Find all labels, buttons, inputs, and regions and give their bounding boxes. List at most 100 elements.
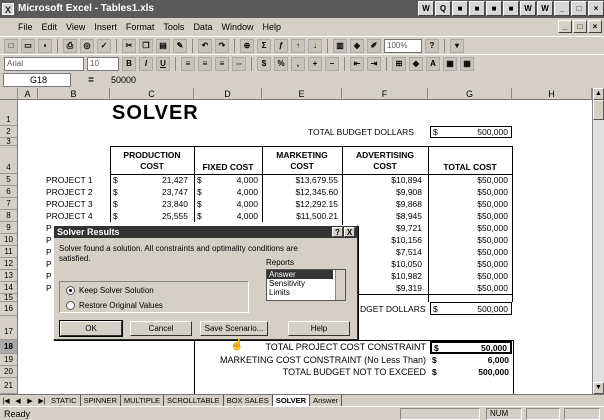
decrease-decimal-icon[interactable]: −: [325, 56, 339, 71]
workbook-minimize-button[interactable]: _: [558, 20, 572, 33]
menu-window[interactable]: Window: [221, 22, 253, 32]
border-style-icon[interactable]: ▦: [443, 56, 457, 71]
function-icon[interactable]: ƒ: [274, 38, 288, 53]
row-header[interactable]: 3: [0, 138, 18, 146]
drawing-icon[interactable]: ✐: [367, 38, 381, 53]
merge-center-icon[interactable]: ⇔: [232, 56, 246, 71]
tab-solver[interactable]: SOLVER: [272, 395, 311, 406]
total-budget-cell-2[interactable]: $ 500,000: [430, 302, 512, 315]
redo-icon[interactable]: ↷: [215, 38, 229, 53]
row-header[interactable]: 15: [0, 294, 18, 302]
row-header[interactable]: 17: [0, 316, 18, 340]
decrease-indent-icon[interactable]: ⇤: [350, 56, 364, 71]
print-icon[interactable]: ⎙: [63, 38, 77, 53]
row-header[interactable]: 13: [0, 270, 18, 282]
minimize-button[interactable]: _: [554, 1, 570, 16]
scroll-thumb[interactable]: [593, 100, 604, 120]
menu-view[interactable]: View: [66, 22, 85, 32]
toolbar-options-icon[interactable]: ▾: [450, 38, 464, 53]
row-header[interactable]: 6: [0, 186, 18, 198]
format-painter-icon[interactable]: ✎: [173, 38, 187, 53]
menu-insert[interactable]: Insert: [94, 22, 117, 32]
scroll-down-icon[interactable]: ▼: [593, 382, 604, 394]
tab-spinner[interactable]: SPINNER: [81, 395, 121, 406]
menu-tools[interactable]: Tools: [163, 22, 184, 32]
zoom-select[interactable]: 100%: [384, 38, 422, 53]
row-header[interactable]: 4: [0, 146, 18, 174]
chart-wizard-icon[interactable]: ▥: [333, 38, 347, 53]
workbook-close-button[interactable]: ×: [588, 20, 602, 33]
taskbar-app-icon[interactable]: ■: [469, 1, 485, 16]
row-header[interactable]: 11: [0, 246, 18, 258]
comma-style-icon[interactable]: ,: [291, 56, 305, 71]
borders-icon[interactable]: ⊞: [392, 56, 406, 71]
taskbar-app-icon[interactable]: ■: [503, 1, 519, 16]
next-sheet-icon[interactable]: ▶: [24, 397, 36, 405]
column-header-h[interactable]: H: [512, 88, 592, 100]
tab-scrolltable[interactable]: SCROLLTABLE: [164, 395, 224, 406]
row-header-selected[interactable]: 18: [0, 340, 18, 354]
row-header[interactable]: 5: [0, 174, 18, 186]
print-preview-icon[interactable]: ◎: [80, 38, 94, 53]
dialog-help-icon[interactable]: ?: [332, 227, 343, 237]
menu-data[interactable]: Data: [193, 22, 212, 32]
menu-help[interactable]: Help: [262, 22, 281, 32]
tab-box-sales[interactable]: BOX SALES: [224, 395, 273, 406]
map-icon[interactable]: ◈: [350, 38, 364, 53]
reports-list[interactable]: Answer Sensitivity Limits: [266, 269, 346, 301]
column-header-e[interactable]: E: [262, 88, 342, 100]
open-icon[interactable]: ▭: [21, 38, 35, 53]
row-header[interactable]: 20: [0, 366, 18, 378]
column-header-b[interactable]: B: [38, 88, 110, 100]
cancel-button[interactable]: Cancel: [130, 321, 192, 336]
row-header[interactable]: 12: [0, 258, 18, 270]
column-header-c[interactable]: C: [110, 88, 194, 100]
row-header[interactable]: 19: [0, 354, 18, 366]
cut-icon[interactable]: ✂: [122, 38, 136, 53]
row-header[interactable]: 1: [0, 100, 18, 126]
report-option-limits[interactable]: Limits: [267, 288, 345, 297]
tab-static[interactable]: STATIC: [48, 395, 81, 406]
formula-input[interactable]: 50000: [111, 75, 136, 85]
autosum-icon[interactable]: Σ: [257, 38, 271, 53]
name-box[interactable]: G18: [3, 73, 71, 87]
align-center-icon[interactable]: ≡: [198, 56, 212, 71]
taskbar-word-icon[interactable]: W: [520, 1, 536, 16]
taskbar-app-icon[interactable]: ■: [452, 1, 468, 16]
table-icon[interactable]: ▦: [460, 56, 474, 71]
new-icon[interactable]: □: [4, 38, 18, 53]
maximize-button[interactable]: □: [571, 1, 587, 16]
row-header[interactable]: 9: [0, 222, 18, 234]
align-left-icon[interactable]: ≡: [181, 56, 195, 71]
row-header[interactable]: 7: [0, 198, 18, 210]
sort-ascending-icon[interactable]: ↑: [291, 38, 305, 53]
bold-icon[interactable]: B: [122, 56, 136, 71]
restore-values-radio[interactable]: Restore Original Values: [66, 301, 163, 310]
select-all-corner[interactable]: [0, 88, 18, 100]
tab-multiple[interactable]: MULTIPLE: [121, 395, 165, 406]
percent-icon[interactable]: %: [274, 56, 288, 71]
spelling-icon[interactable]: ✓: [97, 38, 111, 53]
sort-descending-icon[interactable]: ↓: [308, 38, 322, 53]
dialog-title-bar[interactable]: Solver Results ? X: [54, 226, 357, 238]
column-header-f[interactable]: F: [342, 88, 428, 100]
keep-solution-radio[interactable]: Keep Solver Solution: [66, 286, 154, 295]
close-button[interactable]: ×: [588, 1, 604, 16]
copy-icon[interactable]: ❐: [139, 38, 153, 53]
row-header[interactable]: 21: [0, 378, 18, 394]
row-header[interactable]: 8: [0, 210, 18, 222]
font-size-select[interactable]: 10: [87, 56, 119, 71]
taskbar-word-icon[interactable]: W: [537, 1, 553, 16]
taskbar-word-icon[interactable]: W: [418, 1, 434, 16]
increase-decimal-icon[interactable]: +: [308, 56, 322, 71]
row-header[interactable]: 10: [0, 234, 18, 246]
menu-file[interactable]: File: [18, 22, 33, 32]
menu-format[interactable]: Format: [126, 22, 155, 32]
italic-icon[interactable]: I: [139, 56, 153, 71]
font-color-icon[interactable]: A: [426, 56, 440, 71]
undo-icon[interactable]: ↶: [198, 38, 212, 53]
scroll-up-icon[interactable]: ▲: [593, 88, 604, 100]
help-button[interactable]: Help: [288, 321, 350, 336]
underline-icon[interactable]: U: [156, 56, 170, 71]
dialog-close-icon[interactable]: X: [344, 227, 355, 237]
